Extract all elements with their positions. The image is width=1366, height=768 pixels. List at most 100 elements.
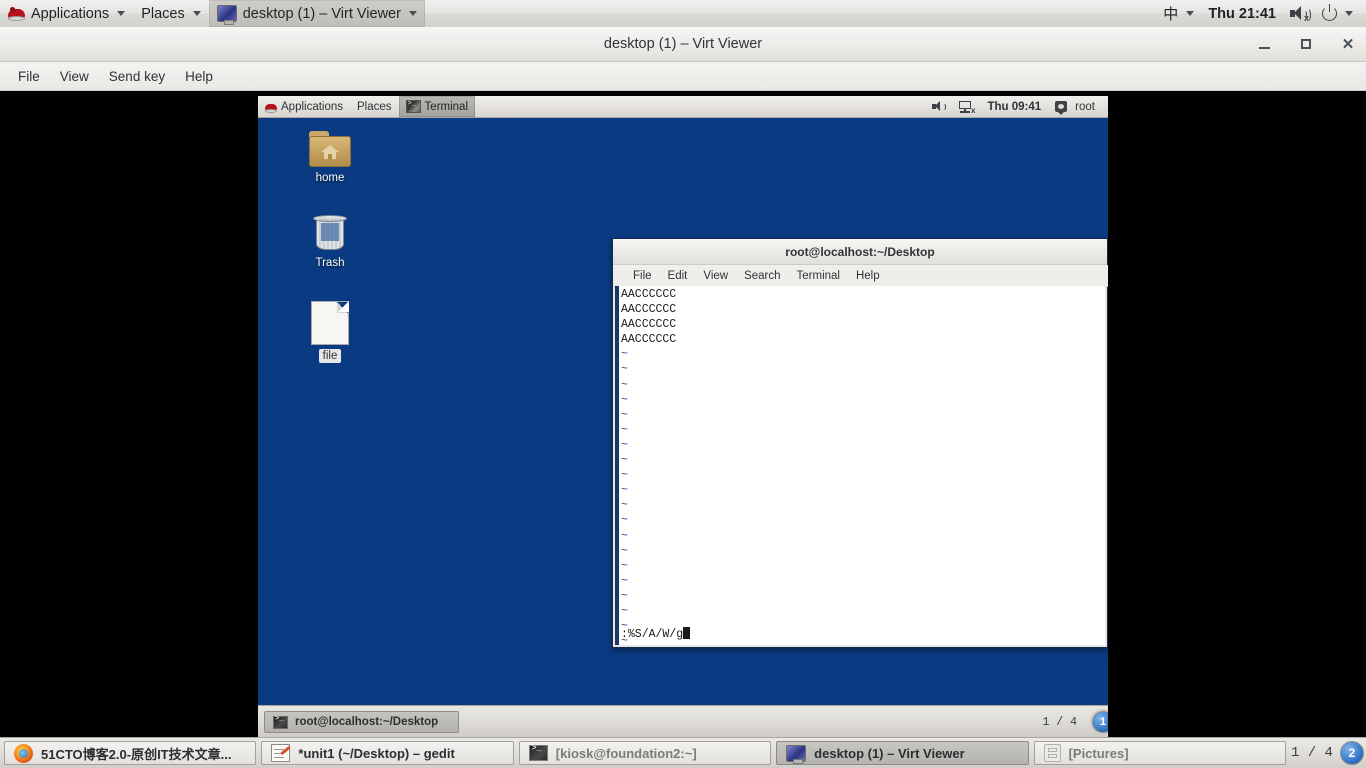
virt-viewer-menubar: File View Send key Help	[0, 62, 1366, 91]
host-top-panel: Applications Places desktop (1) – Virt V…	[0, 0, 1366, 28]
host-places-menu[interactable]: Places	[133, 0, 209, 27]
vim-empty-line-marker: ~	[621, 499, 628, 513]
taskbar-item-kiosk-terminal[interactable]: [kiosk@foundation2:~]	[518, 741, 772, 765]
taskbar-item-label: [Pictures]	[1068, 745, 1129, 761]
trash-icon	[313, 214, 347, 252]
vm-volume-button[interactable]	[925, 96, 952, 117]
terminal-menu-edit[interactable]: Edit	[660, 270, 696, 282]
vm-window-button-terminal[interactable]: Terminal	[398, 96, 476, 117]
speaker-icon	[932, 101, 947, 112]
terminal-menu-help[interactable]: Help	[848, 270, 888, 282]
host-taskbar: 51CTO博客2.0-原创IT技术文章... *unit1 (~/Desktop…	[0, 737, 1366, 768]
virt-viewer-titlebar[interactable]: desktop (1) – Virt Viewer ✕	[0, 27, 1366, 62]
close-button[interactable]: ✕	[1338, 34, 1358, 54]
host-panel-tray: 中 Thu 21:41 x	[1156, 0, 1366, 27]
terminal-menu-search[interactable]: Search	[736, 270, 788, 282]
minimize-button[interactable]	[1254, 34, 1274, 54]
vm-clock-label[interactable]: Thu 09:41	[980, 101, 1048, 113]
vim-empty-line-marker: ~	[621, 454, 628, 468]
vim-empty-line-marker: ~	[621, 348, 628, 362]
menu-file[interactable]: File	[8, 66, 50, 87]
terminal-icon	[273, 715, 288, 729]
vim-command-line: :%S/A/W/g	[621, 626, 691, 642]
terminal-titlebar[interactable]: root@localhost:~/Desktop	[613, 239, 1107, 265]
system-menu-button[interactable]	[1315, 0, 1360, 27]
vim-empty-line-marker: ~	[621, 589, 628, 603]
terminal-icon	[405, 100, 421, 113]
terminal-menu-file[interactable]: File	[625, 270, 660, 282]
vim-empty-line-marker: ~	[621, 438, 628, 452]
vm-applications-label: Applications	[281, 100, 344, 113]
terminal-menu-terminal[interactable]: Terminal	[789, 270, 848, 282]
volume-button[interactable]: x	[1283, 0, 1315, 27]
host-workspace-badge[interactable]: 2	[1339, 741, 1364, 765]
vm-top-panel-tray: x Thu 09:41 root	[925, 96, 1108, 117]
menu-help[interactable]: Help	[175, 66, 223, 87]
redhat-logo-icon	[8, 5, 25, 22]
taskbar-item-pictures[interactable]: [Pictures]	[1033, 741, 1286, 765]
vm-places-label: Places	[357, 100, 392, 113]
file-manager-icon	[1043, 744, 1061, 762]
vm-bottom-panel: root@localhost:~/Desktop 1 / 4 1	[258, 705, 1108, 738]
vm-network-button[interactable]: x	[952, 96, 980, 117]
host-clock[interactable]: Thu 21:41	[1201, 0, 1283, 27]
desktop-icon-label: home	[315, 172, 345, 184]
taskbar-item-label: desktop (1) – Virt Viewer	[814, 745, 965, 761]
vim-empty-line-marker: ~	[621, 423, 628, 437]
vim-empty-line-marker: ~	[621, 514, 628, 528]
power-icon	[1322, 4, 1337, 21]
host-applications-menu[interactable]: Applications	[0, 0, 133, 27]
vim-command-text: :%S/A/W/g	[621, 627, 684, 641]
vim-text-line: AACCCCCC	[621, 333, 677, 347]
vm-places-menu[interactable]: Places	[350, 96, 399, 117]
chevron-down-icon	[192, 11, 201, 16]
host-workspace-switcher: 1 / 4 2	[1291, 741, 1366, 765]
terminal-window[interactable]: root@localhost:~/Desktop File Edit View …	[612, 238, 1108, 648]
firefox-icon	[14, 743, 33, 763]
vim-empty-line-marker: ~	[621, 378, 628, 392]
maximize-button[interactable]	[1296, 34, 1316, 54]
screen: Applications Places desktop (1) – Virt V…	[0, 0, 1366, 768]
chevron-down-icon	[1186, 11, 1195, 16]
text-cursor	[683, 626, 691, 639]
vim-empty-line-marker: ~	[621, 469, 628, 483]
gedit-icon	[271, 744, 292, 762]
taskbar-item-virt-viewer[interactable]: desktop (1) – Virt Viewer	[776, 741, 1029, 765]
vim-buffer: AACCCCCC AACCCCCC AACCCCCC AACCCCCC ~ ~ ~ ~ ~ ~ ~ ~…	[621, 287, 1105, 645]
desktop-icon-label: file	[318, 349, 342, 363]
desktop-icon-trash[interactable]: Trash	[292, 214, 368, 270]
taskbar-item-firefox[interactable]: 51CTO博客2.0-原创IT技术文章...	[4, 741, 257, 765]
vim-text-line: AACCCCCC	[621, 303, 677, 317]
menu-view[interactable]: View	[50, 66, 99, 87]
taskbar-item-gedit[interactable]: *unit1 (~/Desktop) – gedit	[261, 741, 514, 765]
desktop-icon-file[interactable]: file	[292, 301, 368, 363]
vm-workspace-badge[interactable]: 1	[1092, 711, 1108, 733]
network-disconnected-icon: x	[959, 100, 975, 114]
virt-viewer-icon	[216, 5, 237, 25]
chevron-down-icon	[408, 11, 417, 16]
vim-empty-line-marker: ~	[621, 635, 628, 645]
taskbar-item-label: [kiosk@foundation2:~]	[555, 745, 697, 761]
menu-send-key[interactable]: Send key	[99, 66, 175, 87]
vim-empty-line-marker: ~	[621, 393, 628, 407]
desktop-icon-home[interactable]: home	[292, 131, 368, 185]
vm-viewport[interactable]: Applications Places Terminal x Thu 09:41	[258, 96, 1108, 738]
vm-user-menu[interactable]: root	[1048, 96, 1102, 117]
home-folder-icon	[309, 131, 351, 167]
host-workspace-label: 1 / 4	[1290, 745, 1333, 761]
redhat-logo-icon	[265, 101, 277, 113]
vim-text-line: AACCCCCC	[621, 318, 677, 332]
virt-viewer-title: desktop (1) – Virt Viewer	[603, 36, 763, 52]
host-window-menu-virt-viewer[interactable]: desktop (1) – Virt Viewer	[208, 0, 425, 27]
terminal-title-label: root@localhost:~/Desktop	[785, 244, 935, 259]
vm-taskbar-item-terminal[interactable]: root@localhost:~/Desktop	[264, 711, 459, 733]
vm-workspace-label: 1 / 4	[1042, 715, 1077, 729]
host-window-menu-label: desktop (1) – Virt Viewer	[242, 5, 401, 22]
vm-applications-menu[interactable]: Applications	[258, 96, 350, 117]
vim-empty-line-marker: ~	[621, 544, 628, 558]
desktop-icon-label: Trash	[315, 257, 345, 269]
vm-window-button-label: Terminal	[424, 100, 469, 113]
input-method-indicator[interactable]: 中	[1156, 0, 1201, 27]
terminal-output[interactable]: AACCCCCC AACCCCCC AACCCCCC AACCCCCC ~ ~ ~ ~ ~ ~ ~ ~…	[615, 286, 1105, 645]
terminal-menu-view[interactable]: View	[695, 270, 736, 282]
